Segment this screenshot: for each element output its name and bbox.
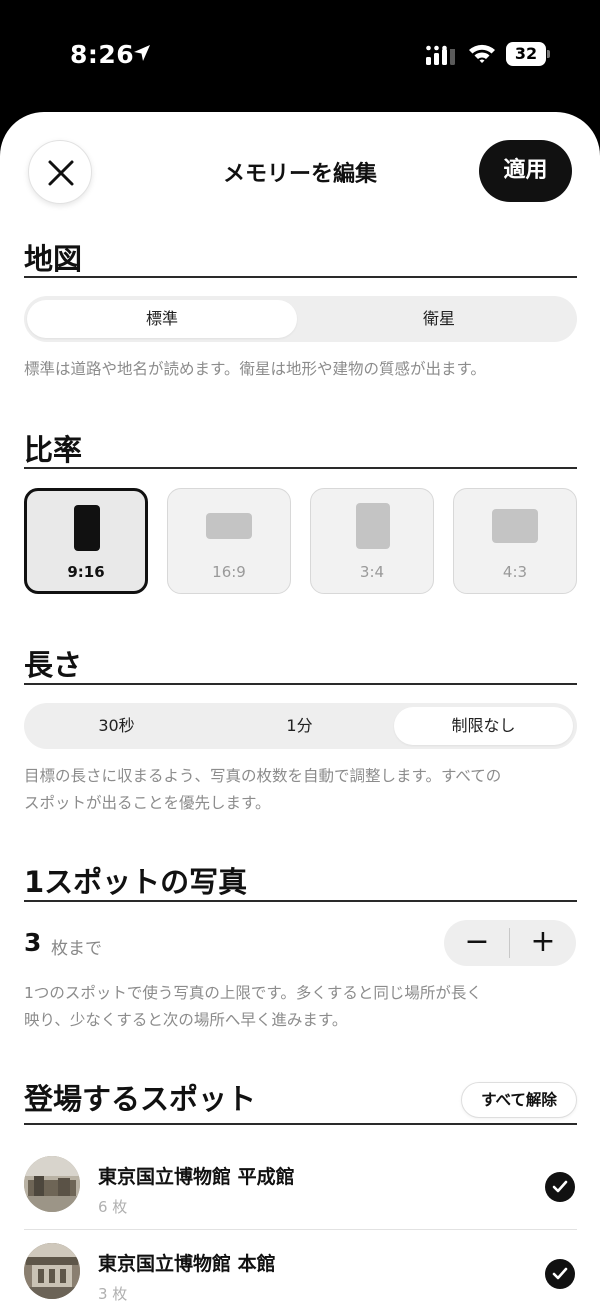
- map-divider: [24, 276, 577, 278]
- spot-thumbnail: [24, 1243, 80, 1299]
- status-time: 8:26: [70, 40, 135, 69]
- length-description-line-1: 目標の長さに収まるよう、写真の枚数を自動で調整します。すべての: [24, 767, 502, 785]
- map-description: 標準は道路や地名が読めます。衛星は地形や建物の質感が出ます。: [24, 360, 486, 378]
- spot-item[interactable]: 東京国立博物館 本館 3 枚: [24, 1221, 577, 1302]
- ratio-label: 16:9: [212, 563, 246, 581]
- photo-limit-unit: 枚まで: [51, 939, 102, 959]
- battery-icon: 32: [506, 42, 550, 66]
- length-option-1min[interactable]: 1分: [210, 707, 389, 745]
- photo-limit-stepper: − +: [444, 920, 576, 966]
- ratio-label: 9:16: [67, 563, 105, 581]
- decrement-button[interactable]: −: [444, 920, 510, 966]
- wifi-icon: [469, 44, 495, 63]
- ratio-label: 3:4: [359, 563, 385, 581]
- spot-thumbnail: [24, 1156, 80, 1212]
- map-type-selector: 標準 衛星: [24, 296, 577, 342]
- length-heading: 長さ: [24, 648, 83, 682]
- spots-divider: [24, 1123, 577, 1125]
- photos-per-spot-heading: 1スポットの写真: [24, 865, 248, 899]
- ratio-option-9-16[interactable]: 9:16: [24, 488, 148, 594]
- battery-tip: [547, 50, 550, 58]
- length-description-line-2: スポットが出ることを優先します。: [24, 794, 271, 812]
- photos-description: 1つのスポットで使う写真の上限です。多くすると同じ場所が長く 映り、少なくすると…: [24, 980, 577, 1034]
- length-option-unlimited[interactable]: 制限なし: [394, 707, 573, 745]
- spot-checkbox[interactable]: [545, 1259, 575, 1289]
- length-divider: [24, 683, 577, 685]
- check-icon: [552, 1180, 568, 1193]
- clear-all-button[interactable]: すべて解除: [461, 1082, 577, 1118]
- cellular-signal-icon: [426, 45, 455, 65]
- photos-description-line-1: 1つのスポットで使う写真の上限です。多くすると同じ場所が長く: [24, 984, 482, 1002]
- ratio-option-3-4[interactable]: 3:4: [310, 488, 434, 594]
- status-bar: 8:26 32: [0, 0, 600, 110]
- length-selector: 30秒 1分 制限なし: [24, 703, 577, 749]
- portrait-frame-icon: [356, 503, 390, 549]
- spot-photo-count: 3 枚: [98, 1285, 128, 1302]
- photos-description-line-2: 映り、少なくすると次の場所へ早く進みます。: [24, 1011, 348, 1029]
- spot-checkbox[interactable]: [545, 1172, 575, 1202]
- length-option-30s[interactable]: 30秒: [27, 707, 206, 745]
- photo-limit-value: 3: [24, 928, 42, 957]
- ratio-option-4-3[interactable]: 4:3: [453, 488, 577, 594]
- increment-button[interactable]: +: [510, 920, 576, 966]
- map-option-satellite[interactable]: 衛星: [304, 300, 574, 338]
- ratio-divider: [24, 467, 577, 469]
- map-option-standard[interactable]: 標準: [27, 300, 297, 338]
- spot-name: 東京国立博物館 本館: [98, 1253, 276, 1275]
- battery-level: 32: [506, 42, 546, 66]
- spot-photo-count: 6 枚: [98, 1198, 128, 1216]
- map-heading: 地図: [24, 242, 83, 276]
- location-arrow-icon: [134, 45, 150, 61]
- spot-item[interactable]: 東京国立博物館 平成館 6 枚: [24, 1134, 577, 1220]
- ratio-label: 4:3: [502, 563, 528, 581]
- length-description: 目標の長さに収まるよう、写真の枚数を自動で調整します。すべての スポットが出るこ…: [24, 763, 577, 817]
- spot-name: 東京国立博物館 平成館: [98, 1166, 295, 1188]
- edit-memory-sheet: メモリーを編集 適用 地図 標準 衛星 標準は道路や地名が読めます。衛星は地形や…: [0, 112, 600, 1302]
- check-icon: [552, 1267, 568, 1280]
- spots-heading: 登場するスポット: [24, 1082, 257, 1116]
- photos-divider: [24, 900, 577, 902]
- spot-photo-image: [24, 1156, 80, 1212]
- portrait-frame-icon: [74, 505, 100, 551]
- spot-photo-image: [24, 1243, 80, 1299]
- landscape-frame-icon: [492, 509, 538, 543]
- apply-button[interactable]: 適用: [479, 140, 572, 202]
- ratio-option-16-9[interactable]: 16:9: [167, 488, 291, 594]
- landscape-frame-icon: [206, 513, 252, 539]
- ratio-heading: 比率: [24, 433, 83, 467]
